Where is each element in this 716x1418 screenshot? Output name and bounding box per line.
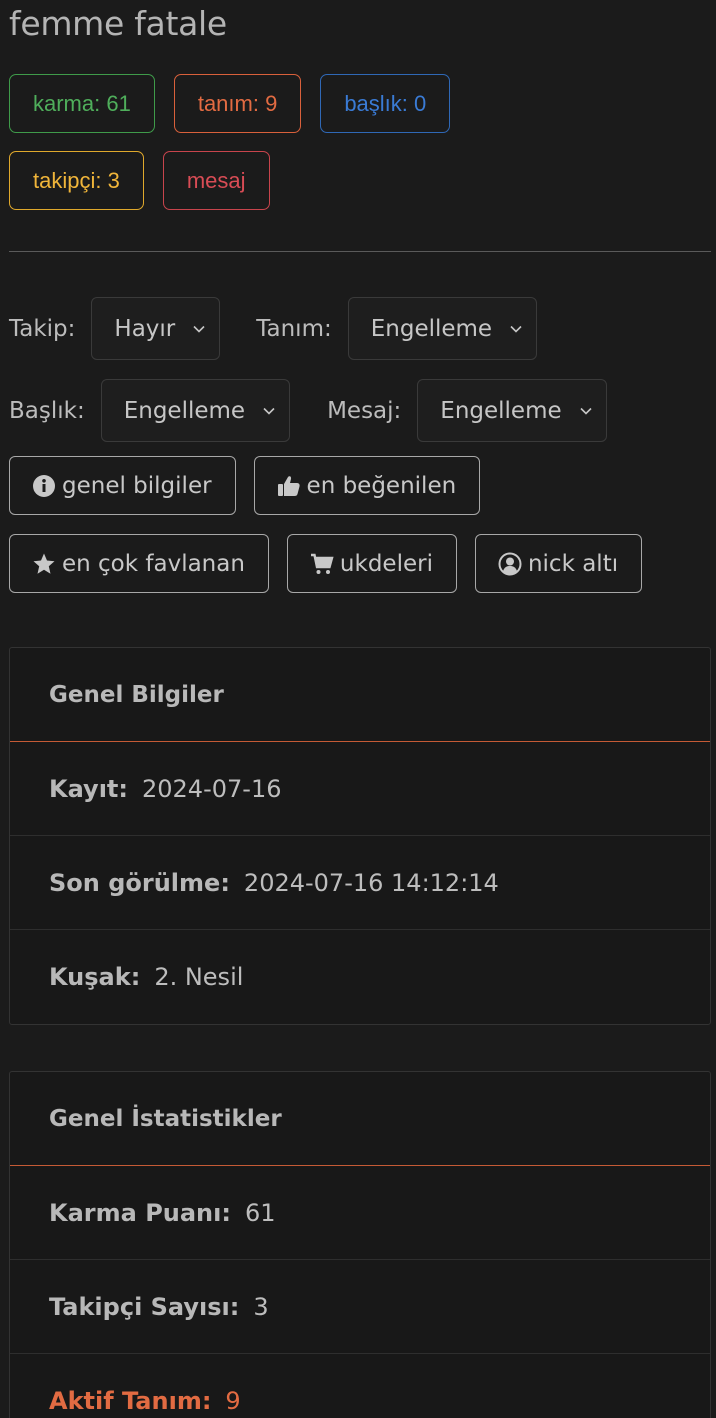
nick-alti-label: nick altı xyxy=(527,550,619,577)
ukdeleri-label: ukdeleri xyxy=(339,550,433,577)
karma-puani-value: 61 xyxy=(244,1198,276,1227)
general-info-card: Genel Bilgiler Kayıt: 2024-07-16 Son gör… xyxy=(9,647,711,1025)
baslik-select[interactable]: Engelleme xyxy=(100,379,291,442)
stats-badges-second: takipçi: 3 mesaj xyxy=(9,151,711,210)
aktif-tanim-row[interactable]: Aktif Tanım: 9 xyxy=(10,1354,710,1418)
general-stats-header: Genel İstatistikler xyxy=(10,1072,710,1166)
takip-label: Takip: xyxy=(9,315,76,342)
mesaj-select-value: Engelleme xyxy=(440,397,562,424)
en-begenilen-label: en beğenilen xyxy=(306,472,457,499)
baslik-badge[interactable]: başlık: 0 xyxy=(320,74,451,133)
chevron-down-icon xyxy=(193,325,205,333)
baslik-label: Başlık: xyxy=(9,397,85,424)
tanim-select-value: Engelleme xyxy=(370,315,493,342)
takipci-sayisi-value: 3 xyxy=(253,1292,269,1321)
profile-page: femme fatale karma: 61 tanım: 9 başlık: … xyxy=(0,0,716,1418)
tanim-label: Tanım: xyxy=(256,315,332,342)
kayit-row: Kayıt: 2024-07-16 xyxy=(10,742,710,836)
star-icon xyxy=(33,553,55,574)
takipci-badge[interactable]: takipçi: 3 xyxy=(9,151,144,210)
controls-row-1: Takip: Hayır Tanım: Engelleme xyxy=(9,297,711,360)
genel-bilgiler-label: genel bilgiler xyxy=(62,472,212,499)
takipci-sayisi-row: Takipçi Sayısı: 3 xyxy=(10,1260,710,1354)
controls-row-2: Başlık: Engelleme Mesaj: Engelleme xyxy=(9,379,711,442)
takip-select-value: Hayır xyxy=(114,315,176,342)
karma-puani-key: Karma Puanı: xyxy=(49,1198,231,1227)
en-cok-favlanan-button[interactable]: en çok favlanan xyxy=(9,534,269,593)
general-info-header: Genel Bilgiler xyxy=(10,648,710,742)
kusak-key: Kuşak: xyxy=(49,963,141,991)
en-cok-favlanan-label: en çok favlanan xyxy=(62,550,245,577)
mesaj-label: Mesaj: xyxy=(327,397,402,424)
aktif-tanim-value: 9 xyxy=(225,1387,241,1415)
general-stats-card: Genel İstatistikler Karma Puanı: 61 Taki… xyxy=(9,1071,711,1418)
page-title: femme fatale xyxy=(9,4,227,43)
karma-puani-row: Karma Puanı: 61 xyxy=(10,1166,710,1260)
nav-buttons-row-1: genel bilgiler en beğenilen xyxy=(9,456,711,515)
genel-bilgiler-button[interactable]: genel bilgiler xyxy=(9,456,236,515)
mesaj-button[interactable]: mesaj xyxy=(162,151,270,210)
thumbs-up-icon xyxy=(277,475,300,496)
user-circle-icon xyxy=(498,552,522,575)
tanim-badge[interactable]: tanım: 9 xyxy=(173,74,302,133)
stats-badges: karma: 61 tanım: 9 başlık: 0 xyxy=(9,74,711,133)
en-begenilen-button[interactable]: en beğenilen xyxy=(253,456,481,515)
nav-buttons-row-2: en çok favlanan ukdeleri nick altı xyxy=(9,534,711,593)
takipci-sayisi-key: Takipçi Sayısı: xyxy=(49,1292,240,1321)
takip-select[interactable]: Hayır xyxy=(91,297,221,360)
baslik-select-value: Engelleme xyxy=(123,397,246,424)
kayit-value: 2024-07-16 xyxy=(142,774,282,803)
son-gorulme-row: Son görülme: 2024-07-16 14:12:14 xyxy=(10,836,710,930)
chevron-down-icon xyxy=(580,407,592,415)
mesaj-select[interactable]: Engelleme xyxy=(417,379,607,442)
kusak-row: Kuşak: 2. Nesil xyxy=(10,930,710,1024)
chevron-down-icon xyxy=(263,407,275,415)
divider xyxy=(9,251,711,252)
tanim-select[interactable]: Engelleme xyxy=(347,297,538,360)
son-gorulme-value: 2024-07-16 14:12:14 xyxy=(243,868,499,897)
ukdeleri-button[interactable]: ukdeleri xyxy=(286,534,457,593)
karma-badge[interactable]: karma: 61 xyxy=(9,74,155,133)
nick-alti-button[interactable]: nick altı xyxy=(474,534,643,593)
shopping-cart-icon xyxy=(310,553,334,574)
kayit-key: Kayıt: xyxy=(49,774,128,803)
son-gorulme-key: Son görülme: xyxy=(49,868,230,897)
aktif-tanim-key: Aktif Tanım: xyxy=(49,1387,212,1415)
chevron-down-icon xyxy=(510,325,522,333)
info-circle-icon xyxy=(33,474,55,497)
kusak-value: 2. Nesil xyxy=(154,963,244,991)
